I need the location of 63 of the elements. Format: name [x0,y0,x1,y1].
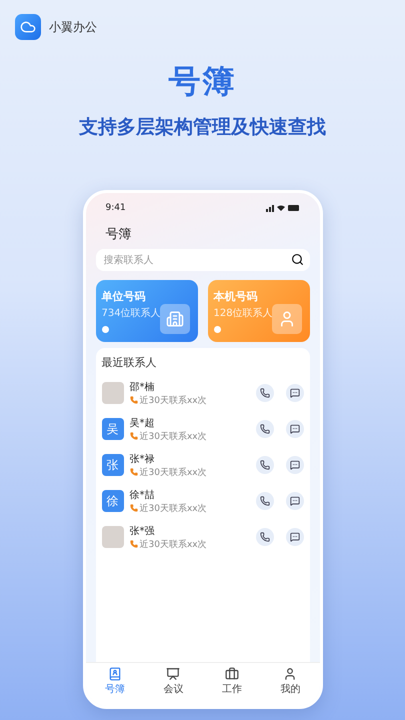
call-button[interactable] [256,384,274,402]
status-time: 9:41 [106,203,126,213]
headline-subtitle: 支持多层架构管理及快速查找 [79,115,326,140]
message-icon [290,532,300,542]
tab[interactable]: 会议 [144,667,202,696]
app-logo-icon [15,14,41,40]
phone-icon [130,468,138,476]
contact-name: 邵*楠 [130,380,156,394]
contact-note: 近30天联系xx次 [130,394,244,406]
phone-icon [260,496,270,506]
card-title: 单位号码 [102,289,146,304]
card-count: 734位联系人 [102,306,161,320]
message-icon [290,460,300,470]
phone-icon [130,396,138,404]
contact-note: 近30天联系xx次 [130,502,244,514]
call-button[interactable] [256,492,274,510]
message-button[interactable] [286,492,304,510]
contact-name: 张*强 [130,524,156,538]
search-icon[interactable] [290,253,304,266]
page-title: 号簿 [106,226,132,243]
tab[interactable]: 号簿 [86,667,144,696]
avatar-letter: 徐 [102,490,124,512]
call-button[interactable] [256,456,274,474]
avatar-letter: 张 [102,454,124,476]
contact-name: 吴*超 [130,416,156,430]
building-icon [166,310,184,328]
call-button[interactable] [256,420,274,438]
contact-name: 徐*喆 [130,488,156,502]
message-icon [290,388,300,398]
phone-icon [130,504,138,512]
contact-name: 张*禄 [130,452,156,466]
briefcase-icon [224,667,239,681]
call-button[interactable] [256,528,274,546]
photo-placeholder [102,526,124,548]
search-field[interactable]: 搜索联系人 [96,249,310,271]
phone-icon [260,388,270,398]
person-icon [283,667,298,681]
contact-note: 近30天联系xx次 [130,430,244,442]
tab[interactable]: 我的 [261,667,320,696]
phone-icon [130,540,138,548]
phone-icon [260,460,270,470]
tab[interactable]: 工作 [202,667,261,696]
phone-icon [130,432,138,440]
message-button[interactable] [286,420,304,438]
headline-title: 号簿 [168,61,236,102]
presentation-icon [166,667,180,681]
message-icon [290,424,300,434]
card-title: 本机号码 [214,289,258,304]
message-icon [290,496,300,506]
contact-note: 近30天联系xx次 [130,538,244,550]
section-title: 最近联系人 [102,355,158,370]
avatar-letter: 吴 [102,418,124,440]
message-button[interactable] [286,384,304,402]
contact-note: 近30天联系xx次 [130,466,244,478]
message-button[interactable] [286,456,304,474]
contact-book-icon [108,667,122,681]
phone-icon [260,424,270,434]
app-name: 小翼办公 [49,18,97,36]
message-button[interactable] [286,528,304,546]
card-count: 128位联系人 [214,306,273,320]
photo-placeholder [102,382,124,404]
status-icons-drawing [266,204,300,212]
phone-icon [260,532,270,542]
